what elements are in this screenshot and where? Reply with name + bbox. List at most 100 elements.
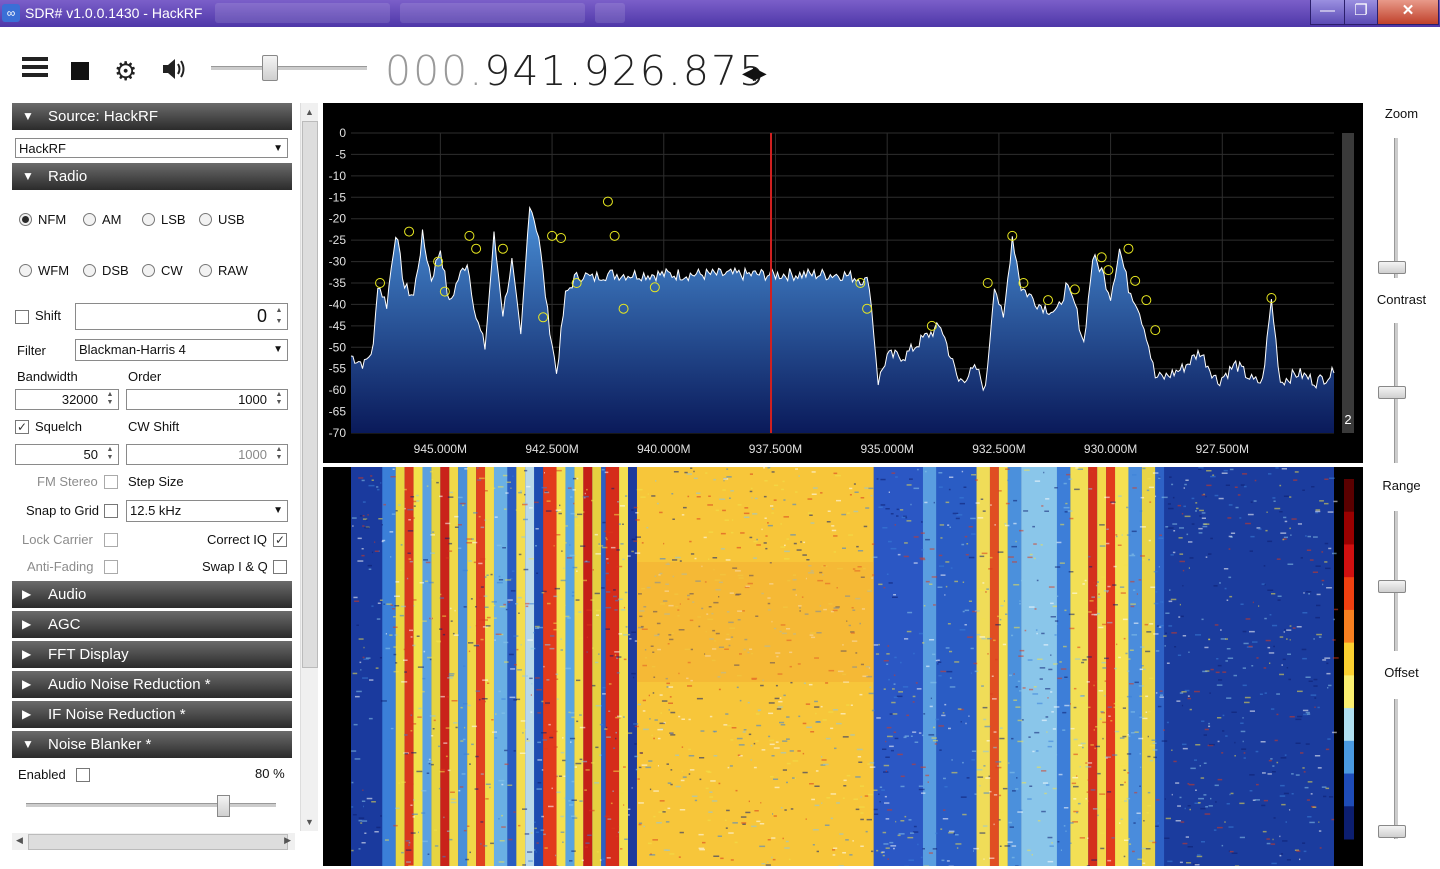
panel-horizontal-scrollbar[interactable]: ◀ ▶	[12, 833, 295, 850]
panel-vertical-scrollbar[interactable]: ▲ ▼	[300, 103, 318, 831]
scroll-right-icon[interactable]: ▶	[284, 835, 291, 846]
spin-arrows-icon[interactable]: ▲▼	[272, 305, 286, 328]
fm-stereo-label: FM Stereo	[37, 474, 98, 489]
close-button[interactable]: ✕	[1377, 0, 1439, 25]
fm-stereo-checkbox[interactable]	[104, 475, 118, 489]
noise-blanker-header[interactable]: ▼Noise Blanker *	[12, 731, 292, 758]
waterfall-speckle	[825, 825, 830, 827]
contrast-slider-thumb[interactable]	[1378, 386, 1406, 399]
mode-radio-lsb[interactable]	[142, 213, 155, 226]
waterfall-speckle	[1295, 719, 1301, 721]
audio-noise-reduction-header[interactable]: ▶Audio Noise Reduction *	[12, 671, 292, 698]
waterfall-speckle	[1003, 788, 1008, 790]
tune-arrows-icon[interactable]: ◀▶	[742, 63, 764, 84]
waterfall-speckle	[543, 748, 548, 750]
waterfall-speckle	[749, 734, 751, 736]
spin-arrows-icon[interactable]: ▲▼	[272, 446, 286, 463]
source-header[interactable]: ▼Source: HackRF	[12, 103, 292, 130]
zoom-slider-thumb[interactable]	[1378, 261, 1406, 274]
fft-display-header[interactable]: ▶FFT Display	[12, 641, 292, 668]
shift-input[interactable]: 0▲▼	[75, 303, 288, 330]
scroll-up-icon[interactable]: ▲	[305, 107, 314, 117]
maximize-button[interactable]: ❐	[1344, 0, 1378, 25]
waterfall-chart[interactable]	[323, 467, 1363, 866]
waterfall-display[interactable]	[323, 467, 1363, 866]
waterfall-speckle	[420, 860, 423, 862]
scrollbar-thumb[interactable]	[28, 834, 288, 850]
filter-select[interactable]: Blackman-Harris 4▼	[75, 339, 288, 361]
frequency-display[interactable]: 000.941.926.875	[385, 47, 767, 95]
mode-radio-am[interactable]	[83, 213, 96, 226]
cw-shift-input[interactable]: 1000▲▼	[126, 444, 288, 465]
offset-slider-track[interactable]	[1394, 699, 1398, 839]
frequency-leading-digits[interactable]: 000.	[385, 47, 484, 95]
agc-header[interactable]: ▶AGC	[12, 611, 292, 638]
waterfall-speckle	[405, 508, 406, 510]
lock-carrier-checkbox[interactable]	[104, 533, 118, 547]
waterfall-speckle	[1276, 693, 1280, 695]
mode-radio-dsb[interactable]	[83, 264, 96, 277]
waterfall-speckle	[1087, 656, 1092, 658]
nb-slider-track[interactable]	[26, 803, 276, 807]
waterfall-speckle	[900, 820, 904, 822]
stop-icon[interactable]	[71, 62, 89, 80]
scrollbar-thumb[interactable]	[302, 121, 318, 668]
waterfall-speckle	[1041, 770, 1046, 772]
mode-radio-raw[interactable]	[199, 264, 212, 277]
squelch-checkbox[interactable]: ✓	[15, 420, 29, 434]
radio-header[interactable]: ▼Radio	[12, 163, 292, 190]
waterfall-speckle	[933, 727, 935, 729]
order-input[interactable]: 1000▲▼	[126, 389, 288, 410]
zoom-slider-track[interactable]	[1394, 138, 1398, 278]
bandwidth-input[interactable]: 32000▲▼	[15, 389, 119, 410]
gear-icon[interactable]: ⚙	[114, 58, 142, 84]
spectrum-display[interactable]: 0-5-10-15-20-25-30-35-40-45-50-55-60-65-…	[323, 103, 1363, 463]
mode-radio-wfm[interactable]	[19, 264, 32, 277]
waterfall-speckle	[362, 677, 368, 679]
snap-to-grid-checkbox[interactable]	[104, 504, 118, 518]
mode-label: CW	[161, 263, 183, 278]
minimize-button[interactable]: —	[1310, 0, 1345, 25]
volume-slider-thumb[interactable]	[262, 55, 278, 81]
waterfall-speckle	[1086, 798, 1087, 800]
spin-arrows-icon[interactable]: ▲▼	[272, 391, 286, 408]
speaker-icon[interactable]	[160, 56, 188, 82]
correct-iq-checkbox[interactable]: ✓	[273, 533, 287, 547]
waterfall-speckle	[751, 497, 752, 499]
if-noise-reduction-header[interactable]: ▶IF Noise Reduction *	[12, 701, 292, 728]
waterfall-speckle	[412, 814, 418, 816]
scroll-down-icon[interactable]: ▼	[305, 817, 314, 827]
squelch-input[interactable]: 50▲▼	[15, 444, 119, 465]
waterfall-speckle	[1286, 638, 1288, 640]
range-slider-thumb[interactable]	[1378, 580, 1406, 593]
source-device-select[interactable]: HackRF▼	[15, 138, 288, 158]
waterfall-speckle	[623, 716, 625, 718]
mode-radio-cw[interactable]	[142, 264, 155, 277]
offset-slider-thumb[interactable]	[1378, 825, 1406, 838]
waterfall-speckle	[970, 518, 976, 520]
spin-arrows-icon[interactable]: ▲▼	[103, 391, 117, 408]
spectrum-chart[interactable]: 0-5-10-15-20-25-30-35-40-45-50-55-60-65-…	[323, 103, 1363, 463]
peak-marker	[603, 197, 612, 206]
shift-checkbox[interactable]	[15, 310, 29, 324]
waterfall-speckle	[422, 678, 425, 680]
anti-fading-checkbox[interactable]	[104, 560, 118, 574]
step-size-select[interactable]: 12.5 kHz▼	[126, 500, 288, 522]
waterfall-speckle	[1049, 763, 1053, 765]
waterfall-speckle	[1057, 678, 1062, 680]
volume-slider-track[interactable]	[211, 66, 367, 70]
scroll-left-icon[interactable]: ◀	[16, 835, 23, 846]
waterfall-speckle	[888, 679, 890, 681]
swap-iq-checkbox[interactable]	[273, 560, 287, 574]
spin-arrows-icon[interactable]: ▲▼	[103, 446, 117, 463]
menu-icon[interactable]	[22, 57, 50, 83]
waterfall-speckle	[815, 721, 821, 723]
mode-radio-nfm[interactable]	[19, 213, 32, 226]
nb-slider-thumb[interactable]	[217, 795, 230, 817]
frequency-digits[interactable]: 941.926.875	[484, 47, 767, 95]
audio-header[interactable]: ▶Audio	[12, 581, 292, 608]
step-size-label: Step Size	[128, 474, 184, 489]
waterfall-speckle	[585, 561, 587, 563]
mode-radio-usb[interactable]	[199, 213, 212, 226]
nb-enabled-checkbox[interactable]	[76, 768, 90, 782]
